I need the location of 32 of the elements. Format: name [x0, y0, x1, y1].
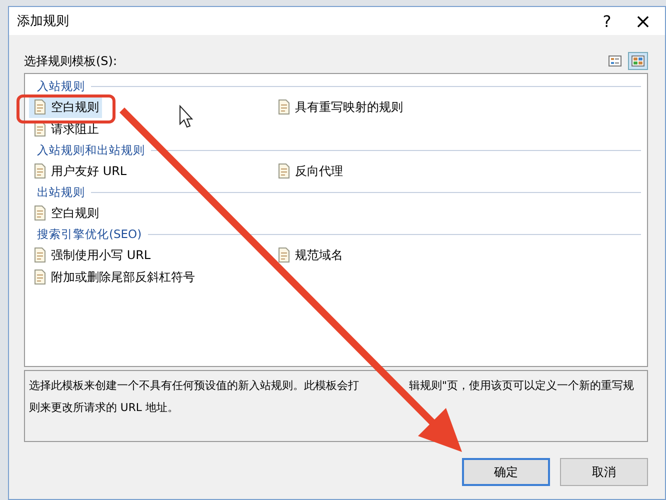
ok-button[interactable]: 确定	[462, 458, 550, 486]
template-item[interactable]: 空白规则	[29, 202, 102, 224]
template-item[interactable]: 反向代理	[273, 160, 346, 182]
view-toggle-button[interactable]	[628, 52, 648, 70]
document-icon	[32, 269, 48, 285]
close-button[interactable]: ×	[625, 7, 661, 35]
document-icon	[32, 205, 48, 221]
template-item[interactable]: 规范域名	[273, 244, 346, 266]
document-icon	[32, 247, 48, 263]
document-icon	[32, 163, 48, 179]
template-item[interactable]: 空白规则	[29, 96, 102, 118]
group-header: 入站规则	[37, 78, 85, 94]
cursor-icon	[180, 104, 194, 128]
template-item[interactable]: 用户友好 URL	[29, 160, 130, 182]
window-title: 添加规则	[17, 13, 70, 30]
group-header: 出站规则	[37, 184, 85, 200]
group-header: 入站规则和出站规则	[37, 142, 145, 158]
group-header: 搜索引擎优化(SEO)	[37, 226, 142, 242]
document-icon	[276, 163, 292, 179]
template-item[interactable]: 强制使用小写 URL	[29, 244, 154, 266]
document-icon	[276, 99, 292, 115]
template-item[interactable]: 具有重写映射的规则	[273, 96, 406, 118]
document-icon	[32, 99, 48, 115]
template-label: 选择规则模板(S):	[24, 52, 118, 70]
template-item[interactable]: 请求阻止	[29, 118, 102, 140]
cancel-button[interactable]: 取消	[560, 458, 648, 486]
template-item[interactable]: 附加或删除尾部反斜杠符号	[29, 266, 198, 288]
help-button[interactable]: ?	[589, 7, 625, 35]
document-icon	[276, 247, 292, 263]
description-text: 辑规则"页，使用该页可以定义一个新的重写规	[409, 378, 634, 394]
description-text: 则来更改所请求的 URL 地址。	[29, 400, 178, 416]
description-text: 选择此模板来创建一个不具有任何预设值的新入站规则。此模板会打	[29, 378, 359, 394]
